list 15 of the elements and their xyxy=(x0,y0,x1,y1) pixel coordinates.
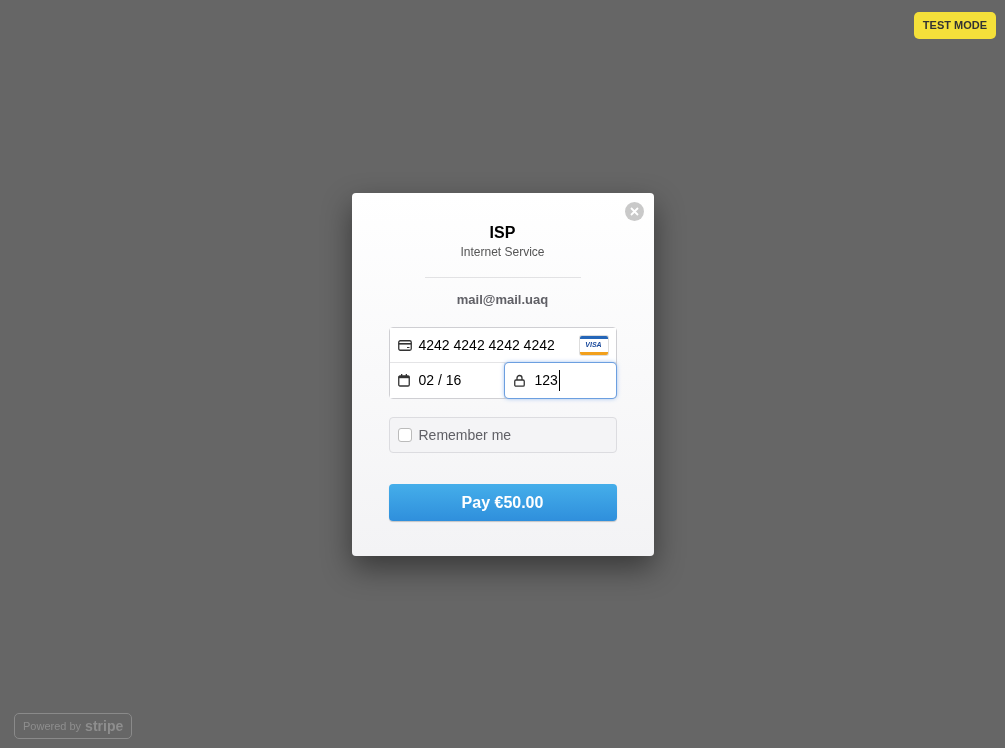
merchant-name: ISP xyxy=(489,222,516,243)
email-text: mail@mail.uaq xyxy=(456,290,549,309)
credit-card-icon xyxy=(397,339,412,351)
cvc-value: 123 xyxy=(534,370,560,391)
calendar-icon xyxy=(397,374,410,387)
expiry-field[interactable]: 02 / 16 xyxy=(389,363,505,398)
cvc-field[interactable]: 123 xyxy=(504,363,616,398)
lock-icon xyxy=(513,374,525,387)
remember-me-checkbox[interactable]: Remember me xyxy=(388,417,617,453)
card-number-value: 4242 4242 4242 4242 xyxy=(418,335,556,355)
test-mode-badge: TEST MODE xyxy=(913,12,996,39)
close-icon xyxy=(629,206,639,216)
close-button[interactable] xyxy=(624,201,644,221)
merchant-description: Internet Service xyxy=(460,243,545,261)
expiry-value: 02 / 16 xyxy=(418,371,462,390)
